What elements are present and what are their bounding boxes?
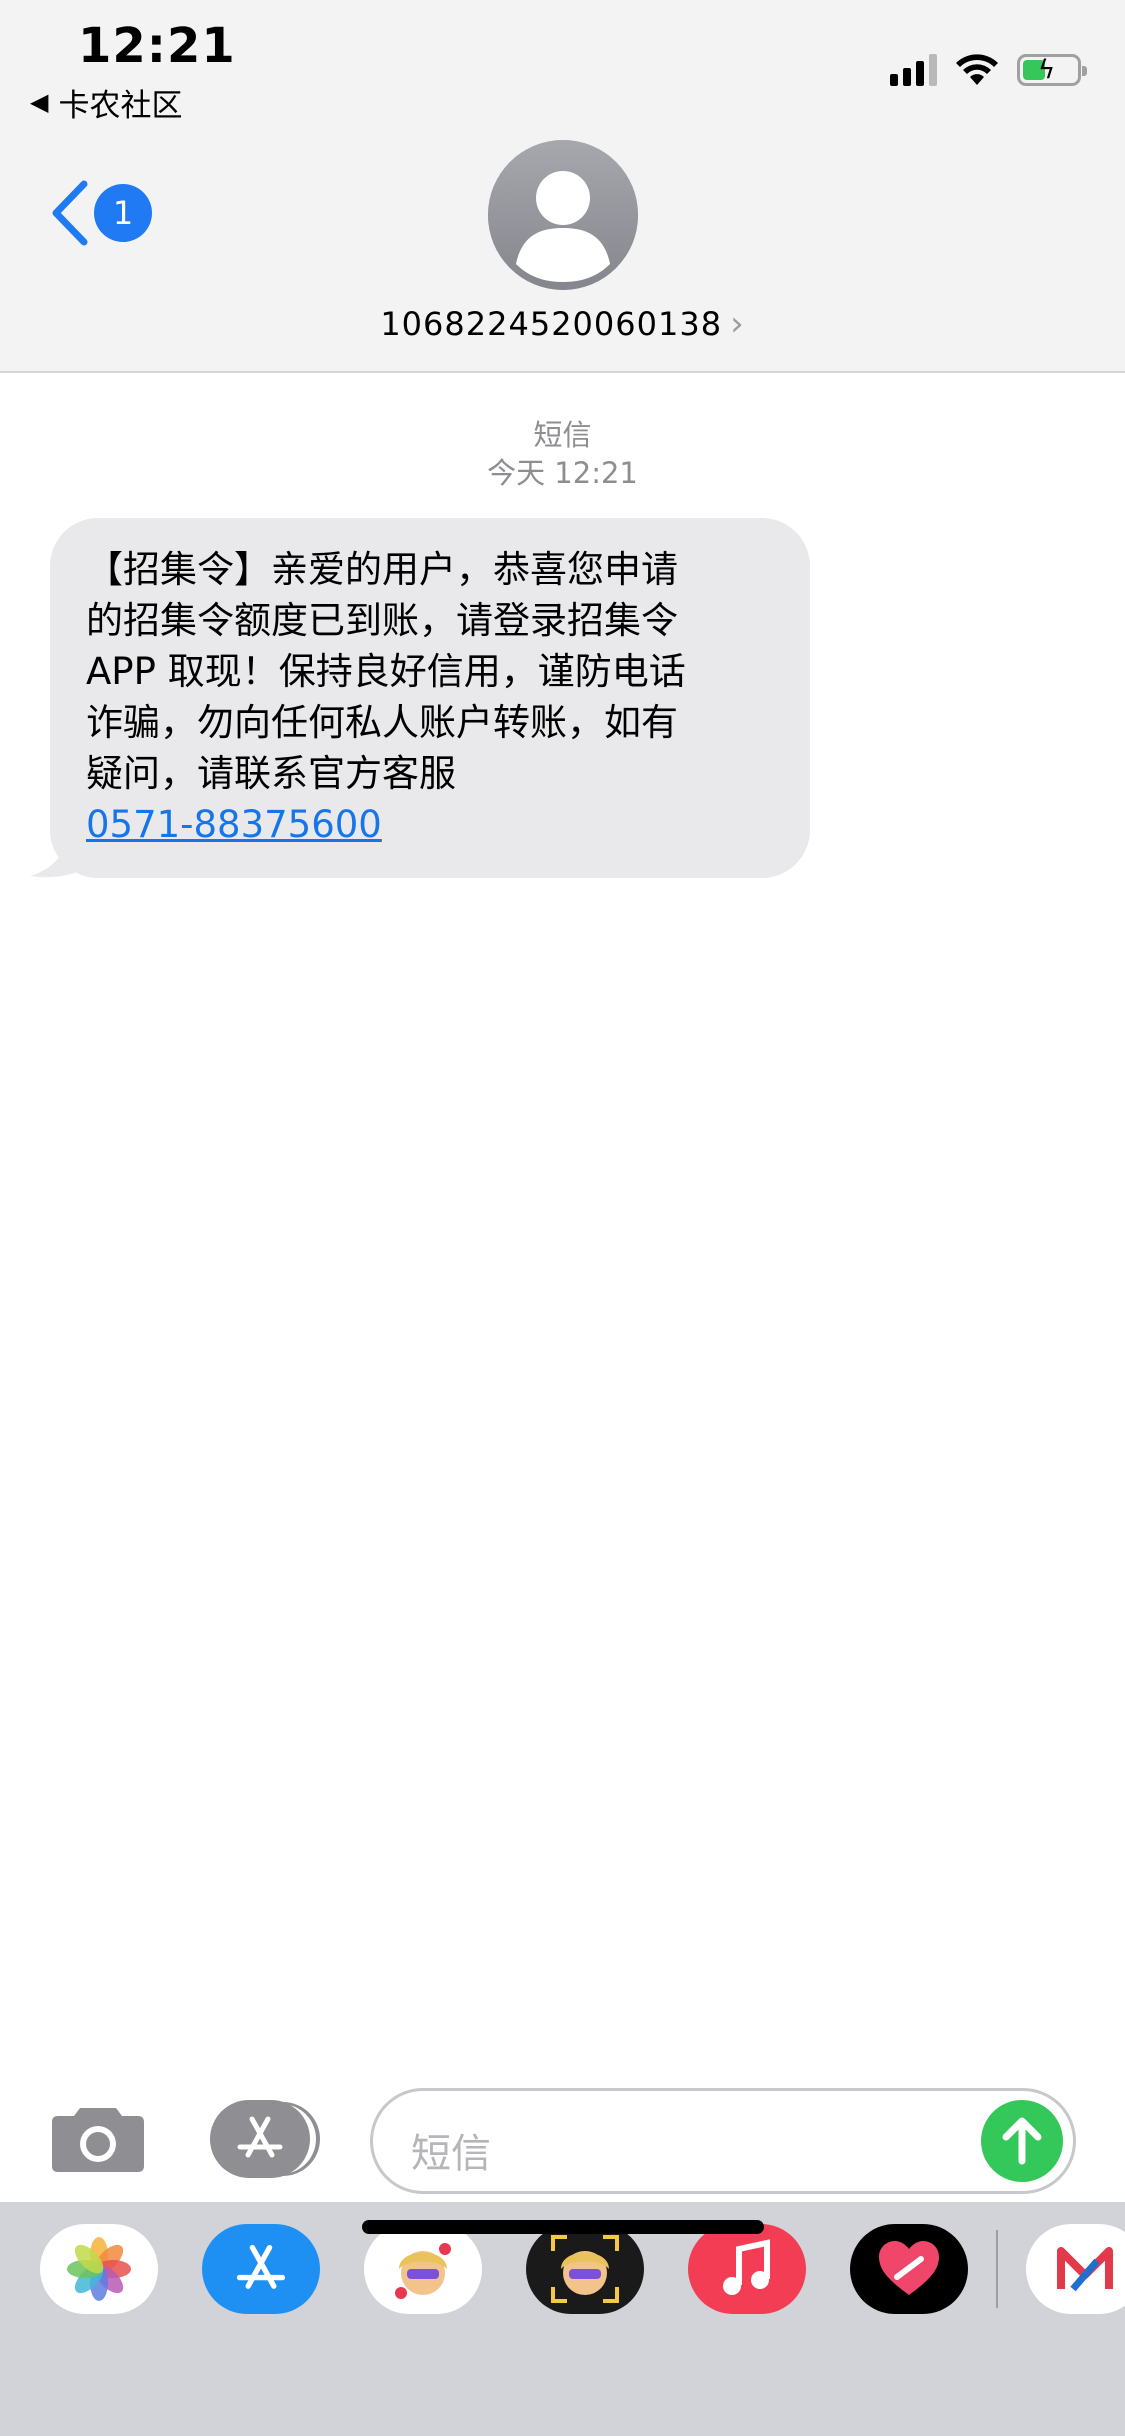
animoji-face-icon (551, 2235, 619, 2303)
m-logo-icon (1057, 2247, 1113, 2292)
app-store-glyph-icon (237, 2116, 283, 2158)
chevron-right-icon: › (730, 304, 745, 344)
message-timestamp: 今天 12:21 (487, 456, 638, 490)
home-indicator[interactable] (362, 2220, 764, 2234)
navigation-header: 12:21 ◀ 卡农社区 ϟ 1 1068224520060138 › (0, 0, 1125, 373)
charging-bolt-icon: ϟ (1038, 55, 1056, 85)
digital-touch-icon[interactable] (850, 2224, 968, 2314)
chevron-left-icon (52, 180, 88, 246)
imessage-app-drawer (0, 2202, 1125, 2436)
memoji-stickers-icon[interactable] (364, 2224, 482, 2314)
heart-icon (879, 2241, 939, 2295)
contact-number: 1068224520060138 (380, 305, 723, 343)
app-store-icon[interactable] (202, 2224, 320, 2314)
unread-badge: 1 (94, 184, 152, 242)
photos-icon[interactable] (40, 2224, 158, 2314)
contact-avatar[interactable] (488, 140, 638, 290)
back-triangle-icon: ◀ (30, 88, 49, 116)
compose-bar: 短信 (0, 2080, 1125, 2200)
back-button[interactable]: 1 (48, 178, 152, 248)
messages-screen: 12:21 ◀ 卡农社区 ϟ 1 1068224520060138 › 短信 今… (0, 0, 1125, 2436)
wifi-icon (956, 54, 998, 85)
status-icons: ϟ (890, 50, 1087, 90)
music-note-icon (723, 2239, 770, 2295)
drawer-divider (996, 2230, 998, 2308)
message-line: 疑问，请联系官方客服 (86, 752, 456, 795)
incoming-message-bubble[interactable]: 【招集令】亲爱的用户，恭喜您申请 的招集令额度已到账，请登录招集令 APP 取现… (50, 518, 810, 878)
message-type-label: 短信 (533, 418, 592, 452)
message-input[interactable]: 短信 (370, 2088, 1076, 2194)
phone-number-link[interactable]: 0571-88375600 (86, 799, 774, 850)
back-app-label: 卡农社区 (58, 87, 183, 124)
message-line: 【招集令】亲爱的用户，恭喜您申请 (86, 548, 678, 591)
animoji-icon[interactable] (526, 2224, 644, 2314)
camera-icon[interactable] (50, 2102, 146, 2174)
message-input-placeholder: 短信 (411, 2131, 491, 2177)
status-time: 12:21 (78, 18, 236, 74)
contact-name-button[interactable]: 1068224520060138 › (0, 302, 1125, 346)
message-line: APP 取现！保持良好信用，谨防电话 (86, 650, 686, 693)
photos-flower-icon (67, 2237, 131, 2301)
music-icon[interactable] (688, 2224, 806, 2314)
back-to-app-link[interactable]: ◀ 卡农社区 (30, 82, 183, 124)
app-store-a-icon (236, 2244, 286, 2289)
person-icon (488, 140, 638, 290)
memoji-face-icon (395, 2243, 451, 2299)
message-line: 的招集令额度已到账，请登录招集令 (86, 599, 678, 642)
message-line: 诈骗，勿向任何私人账户转账，如有 (86, 701, 678, 744)
app-store-button[interactable] (210, 2100, 310, 2178)
cellular-signal-icon (890, 54, 937, 86)
arrow-up-icon (1002, 2117, 1042, 2165)
more-app-icon[interactable] (1026, 2224, 1125, 2314)
battery-icon: ϟ (1017, 54, 1087, 86)
send-button[interactable] (981, 2100, 1063, 2182)
